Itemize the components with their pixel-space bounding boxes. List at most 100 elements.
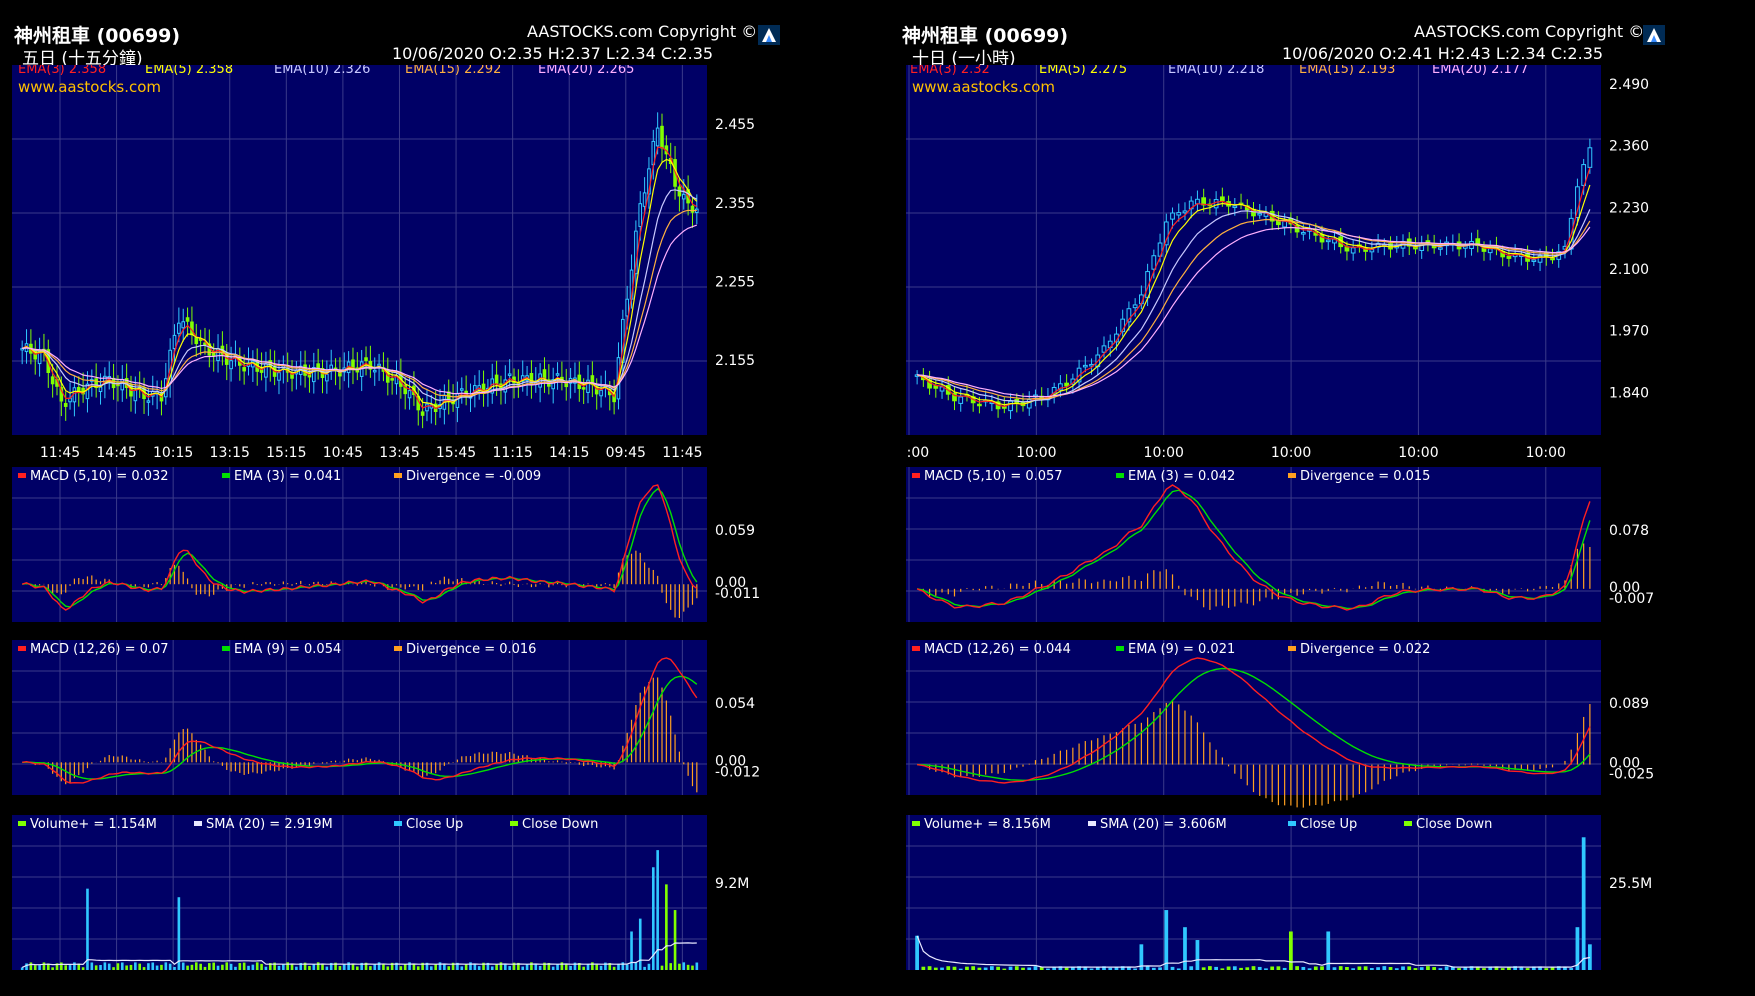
price-tick: 2.360: [1609, 139, 1649, 155]
volume-bar: [255, 962, 259, 970]
volume-bar: [42, 962, 46, 970]
volume-bar: [90, 962, 94, 970]
volume-bar: [1176, 968, 1181, 970]
volume-bar: [382, 964, 385, 970]
volume-tick: 9.2M: [715, 876, 749, 892]
volume-bar: [338, 966, 342, 970]
candle: [1176, 212, 1182, 216]
volume-bar: [669, 963, 673, 970]
volume-legend: Volume+ = 1.154M: [30, 817, 157, 832]
x-tick: 13:15: [210, 445, 250, 461]
volume-bar: [399, 966, 403, 970]
volume-bar: [946, 966, 951, 970]
volume-bar: [647, 963, 651, 970]
volume-bar: [308, 965, 311, 970]
volume-tick: 25.5M: [1609, 876, 1652, 892]
volume-bar: [1407, 966, 1412, 970]
volume-bar: [551, 966, 555, 970]
volume-bar: [377, 962, 381, 970]
ema-legend-3: EMA(3) 2.32: [910, 65, 990, 77]
volume-bar: [316, 962, 320, 970]
candle: [50, 376, 55, 385]
volume-bar: [495, 964, 498, 970]
volume-bar: [1151, 967, 1156, 970]
volume-bar: [490, 966, 494, 970]
candle: [1350, 247, 1356, 254]
volume-bar: [1569, 968, 1574, 970]
volume-bar: [112, 967, 115, 970]
volume-bar: [477, 966, 481, 970]
volume-bar: [1108, 967, 1113, 970]
candle: [185, 317, 190, 322]
volume-bar: [1014, 966, 1019, 970]
volume-bar: [321, 963, 324, 970]
macd-fast-legend-swatch: [1116, 473, 1124, 478]
candle: [1008, 400, 1013, 412]
candle: [542, 369, 547, 380]
macd-fast-legend-swatch: [912, 473, 920, 478]
volume-bar: [634, 962, 638, 970]
volume-bar: [621, 962, 625, 970]
volume-bar: [538, 965, 542, 970]
candle: [1182, 210, 1188, 214]
macd-fast-legend: MACD (5,10) = 0.032: [30, 469, 169, 484]
volume-bar: [282, 964, 285, 970]
volume-bar: [1301, 966, 1306, 970]
volume-bar: [1525, 968, 1530, 970]
x-tick: 10:00: [1398, 445, 1438, 461]
candle: [63, 403, 68, 407]
volume-bar: [915, 935, 919, 970]
volume-bar: [1351, 968, 1356, 970]
volume-bar: [673, 910, 677, 970]
volume-legend-swatch: [912, 821, 920, 826]
volume-bar: [1457, 968, 1461, 970]
volume-bar: [238, 963, 242, 970]
volume-bar: [247, 965, 250, 970]
macd-slow-legend: EMA (9) = 0.054: [234, 642, 341, 657]
candle: [1170, 212, 1175, 220]
volume-bar: [1332, 967, 1337, 970]
volume-legend: Close Down: [522, 817, 598, 832]
volume-bar: [312, 964, 316, 970]
candle: [181, 321, 186, 329]
candle: [264, 363, 268, 378]
volume-bar: [1544, 968, 1549, 970]
volume-bar: [560, 962, 564, 970]
x-tick: 15:15: [266, 445, 306, 461]
macd-fast-legend-swatch: [222, 473, 230, 478]
candle: [325, 373, 329, 382]
macd-slow-legend-swatch: [1116, 646, 1124, 651]
volume-bar: [595, 964, 599, 970]
x-tick: 10:00: [906, 445, 929, 461]
volume-bar: [952, 966, 957, 970]
volume-bar: [60, 962, 63, 970]
x-tick: 13:45: [379, 445, 419, 461]
candle: [390, 378, 394, 381]
volume-bar: [1444, 966, 1449, 970]
volume-bar: [1158, 967, 1162, 970]
volume-bar: [107, 963, 111, 970]
x-tick: 11:45: [662, 445, 702, 461]
volume-bar: [612, 966, 616, 970]
volume-bar: [591, 962, 594, 970]
price-tick: 2.100: [1609, 262, 1649, 278]
volume-bar: [155, 965, 159, 970]
volume-bar: [1276, 966, 1281, 970]
volume-bar: [971, 966, 976, 970]
candle: [420, 411, 425, 416]
candle: [958, 396, 964, 404]
macd-slow-legend-swatch: [222, 646, 230, 651]
volume-bar: [921, 966, 926, 970]
candle: [638, 203, 643, 227]
candle: [507, 373, 512, 376]
volume-bar: [1313, 966, 1318, 970]
volume-legend: SMA (20) = 2.919M: [206, 817, 333, 832]
volume-bar: [630, 931, 633, 970]
candle: [1282, 220, 1288, 228]
volume-bar: [430, 966, 433, 970]
macd-slow-legend: EMA (9) = 0.021: [1128, 642, 1235, 657]
candle: [277, 372, 281, 381]
volume-bar: [1189, 966, 1194, 970]
volume-bar: [216, 965, 220, 970]
volume-bar: [325, 966, 329, 970]
